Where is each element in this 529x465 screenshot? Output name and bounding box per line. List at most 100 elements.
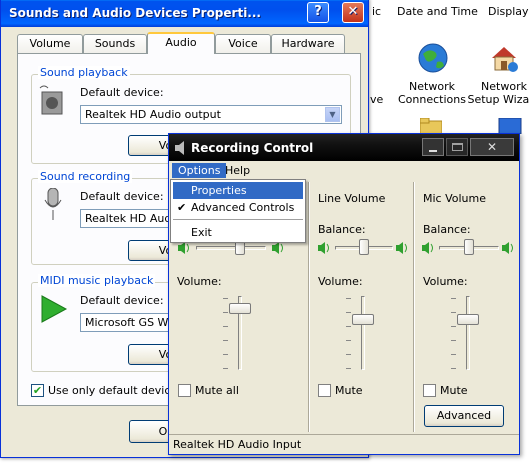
play-icon	[41, 295, 68, 323]
network-setup-wizard-shortcut[interactable]: Network Setup Wizard	[460, 40, 529, 110]
desktop-item-display[interactable]: Display	[488, 5, 529, 18]
midi-playback-legend: MIDI music playback	[38, 274, 156, 287]
column-divider	[413, 182, 415, 432]
tick-mark	[346, 354, 351, 355]
status-bar: Realtek HD Audio Input	[169, 434, 519, 454]
menu-bar: Options Help	[169, 161, 519, 180]
menu-help[interactable]: Help	[219, 163, 256, 178]
mic-balance-label: Balance:	[423, 223, 471, 236]
balance-right-speaker-icon	[502, 242, 513, 254]
window-title: Sounds and Audio Devices Properti...	[9, 6, 261, 20]
sounds-audio-titlebar[interactable]: Sounds and Audio Devices Properti... ? ✕	[1, 0, 368, 27]
menu-item-advanced-controls[interactable]: ✔ Advanced Controls	[173, 199, 303, 216]
microphone-icon	[44, 188, 62, 220]
monitor-icon	[498, 118, 522, 134]
midi-default-device-label: Default device:	[80, 294, 164, 307]
balance-left-speaker-icon	[178, 242, 189, 254]
playback-default-device-label: Default device:	[80, 86, 164, 99]
network-globe-icon	[418, 43, 448, 73]
line-mute-checkbox[interactable]	[318, 384, 331, 397]
close-button[interactable]: ✕	[342, 2, 364, 23]
sound-recording-legend: Sound recording	[38, 170, 133, 183]
network-house-icon	[492, 47, 518, 72]
master-volume-label: Volume:	[177, 275, 222, 288]
tab-sounds[interactable]: Sounds	[83, 34, 147, 53]
line-volume-name: Line Volume	[318, 192, 386, 205]
checkmark-icon: ✔	[177, 201, 187, 214]
tick-mark	[223, 312, 228, 313]
mic-balance-slider[interactable]	[464, 239, 474, 255]
advanced-controls-label: Advanced Controls	[191, 201, 295, 214]
recording-control-titlebar[interactable]: Recording Control ✕	[169, 134, 519, 161]
dropdown-arrow-icon[interactable]: ▼	[325, 107, 340, 122]
tick-mark	[346, 368, 351, 369]
network-setup-wizard-label: Network Setup Wizard	[467, 80, 529, 106]
status-text: Realtek HD Audio Input	[173, 438, 302, 451]
tab-volume[interactable]: Volume	[17, 34, 83, 53]
tick-mark	[451, 312, 456, 313]
desktop-item-fragment[interactable]: ic	[372, 5, 381, 18]
line-mute-label: Mute	[335, 384, 363, 397]
line-balance-slider[interactable]	[359, 239, 369, 255]
mic-mute-label: Mute	[440, 384, 468, 397]
tick-mark	[451, 340, 456, 341]
tick-mark	[223, 298, 228, 299]
mic-volume-slider[interactable]	[457, 314, 479, 325]
balance-left-speaker-icon	[422, 242, 433, 254]
mute-all-checkbox[interactable]	[178, 384, 191, 397]
use-only-default-label: Use only default devices	[48, 384, 183, 397]
desktop-text-fragment: ve	[370, 93, 384, 106]
close-button[interactable]: ✕	[470, 138, 514, 156]
tick-mark	[223, 340, 228, 341]
sound-playback-legend: Sound playback	[38, 66, 130, 79]
midi-device-value: Microsoft GS Wav	[85, 316, 181, 329]
use-only-default-checkbox[interactable]: ✔	[31, 384, 44, 397]
balance-left-speaker-icon	[318, 242, 329, 254]
playback-device-value: Realtek HD Audio output	[85, 108, 221, 121]
tick-mark	[223, 326, 228, 327]
column-divider	[308, 182, 310, 432]
speaker-icon	[39, 85, 63, 115]
tab-audio[interactable]: Audio	[147, 32, 215, 54]
tick-mark	[451, 354, 456, 355]
line-volume-slider[interactable]	[352, 314, 374, 325]
tick-mark	[451, 326, 456, 327]
recording-device-value: Realtek HD Audio	[85, 212, 182, 225]
master-volume-slider[interactable]	[229, 303, 251, 314]
mic-volume-label: Volume:	[423, 275, 468, 288]
balance-right-speaker-icon	[396, 242, 407, 254]
tick-mark	[346, 298, 351, 299]
line-balance-label: Balance:	[318, 223, 366, 236]
tick-mark	[451, 368, 456, 369]
line-volume-label: Volume:	[318, 275, 363, 288]
mic-volume-track	[466, 296, 470, 370]
mic-mute-checkbox[interactable]	[423, 384, 436, 397]
tick-mark	[223, 368, 228, 369]
advanced-button[interactable]: Advanced	[424, 405, 504, 427]
tick-mark	[223, 354, 228, 355]
recording-control-title: Recording Control	[191, 141, 314, 155]
menu-item-properties[interactable]: Properties	[173, 182, 303, 199]
folder-icon	[420, 118, 442, 134]
tick-mark	[451, 298, 456, 299]
recording-default-device-label: Default device:	[80, 190, 164, 203]
tick-mark	[346, 326, 351, 327]
minimize-button[interactable]	[422, 138, 444, 156]
options-menu: Properties ✔ Advanced Controls Exit	[170, 179, 306, 243]
speaker-small-icon	[175, 141, 184, 155]
master-balance-track	[196, 246, 266, 250]
mic-volume-name: Mic Volume	[423, 192, 487, 205]
line-volume-track	[361, 296, 365, 370]
tick-mark	[346, 312, 351, 313]
desktop-item-date-and-time[interactable]: Date and Time	[397, 5, 478, 18]
maximize-button[interactable]	[446, 138, 468, 156]
tab-voice[interactable]: Voice	[215, 34, 271, 53]
tick-mark	[346, 340, 351, 341]
menu-item-exit[interactable]: Exit	[173, 224, 303, 241]
mute-all-label: Mute all	[195, 384, 239, 397]
tab-hardware[interactable]: Hardware	[271, 34, 345, 53]
help-button[interactable]: ?	[307, 2, 329, 23]
balance-right-speaker-icon	[272, 242, 283, 254]
menu-separator	[173, 219, 303, 220]
playback-device-select[interactable]: Realtek HD Audio output ▼	[80, 105, 342, 124]
